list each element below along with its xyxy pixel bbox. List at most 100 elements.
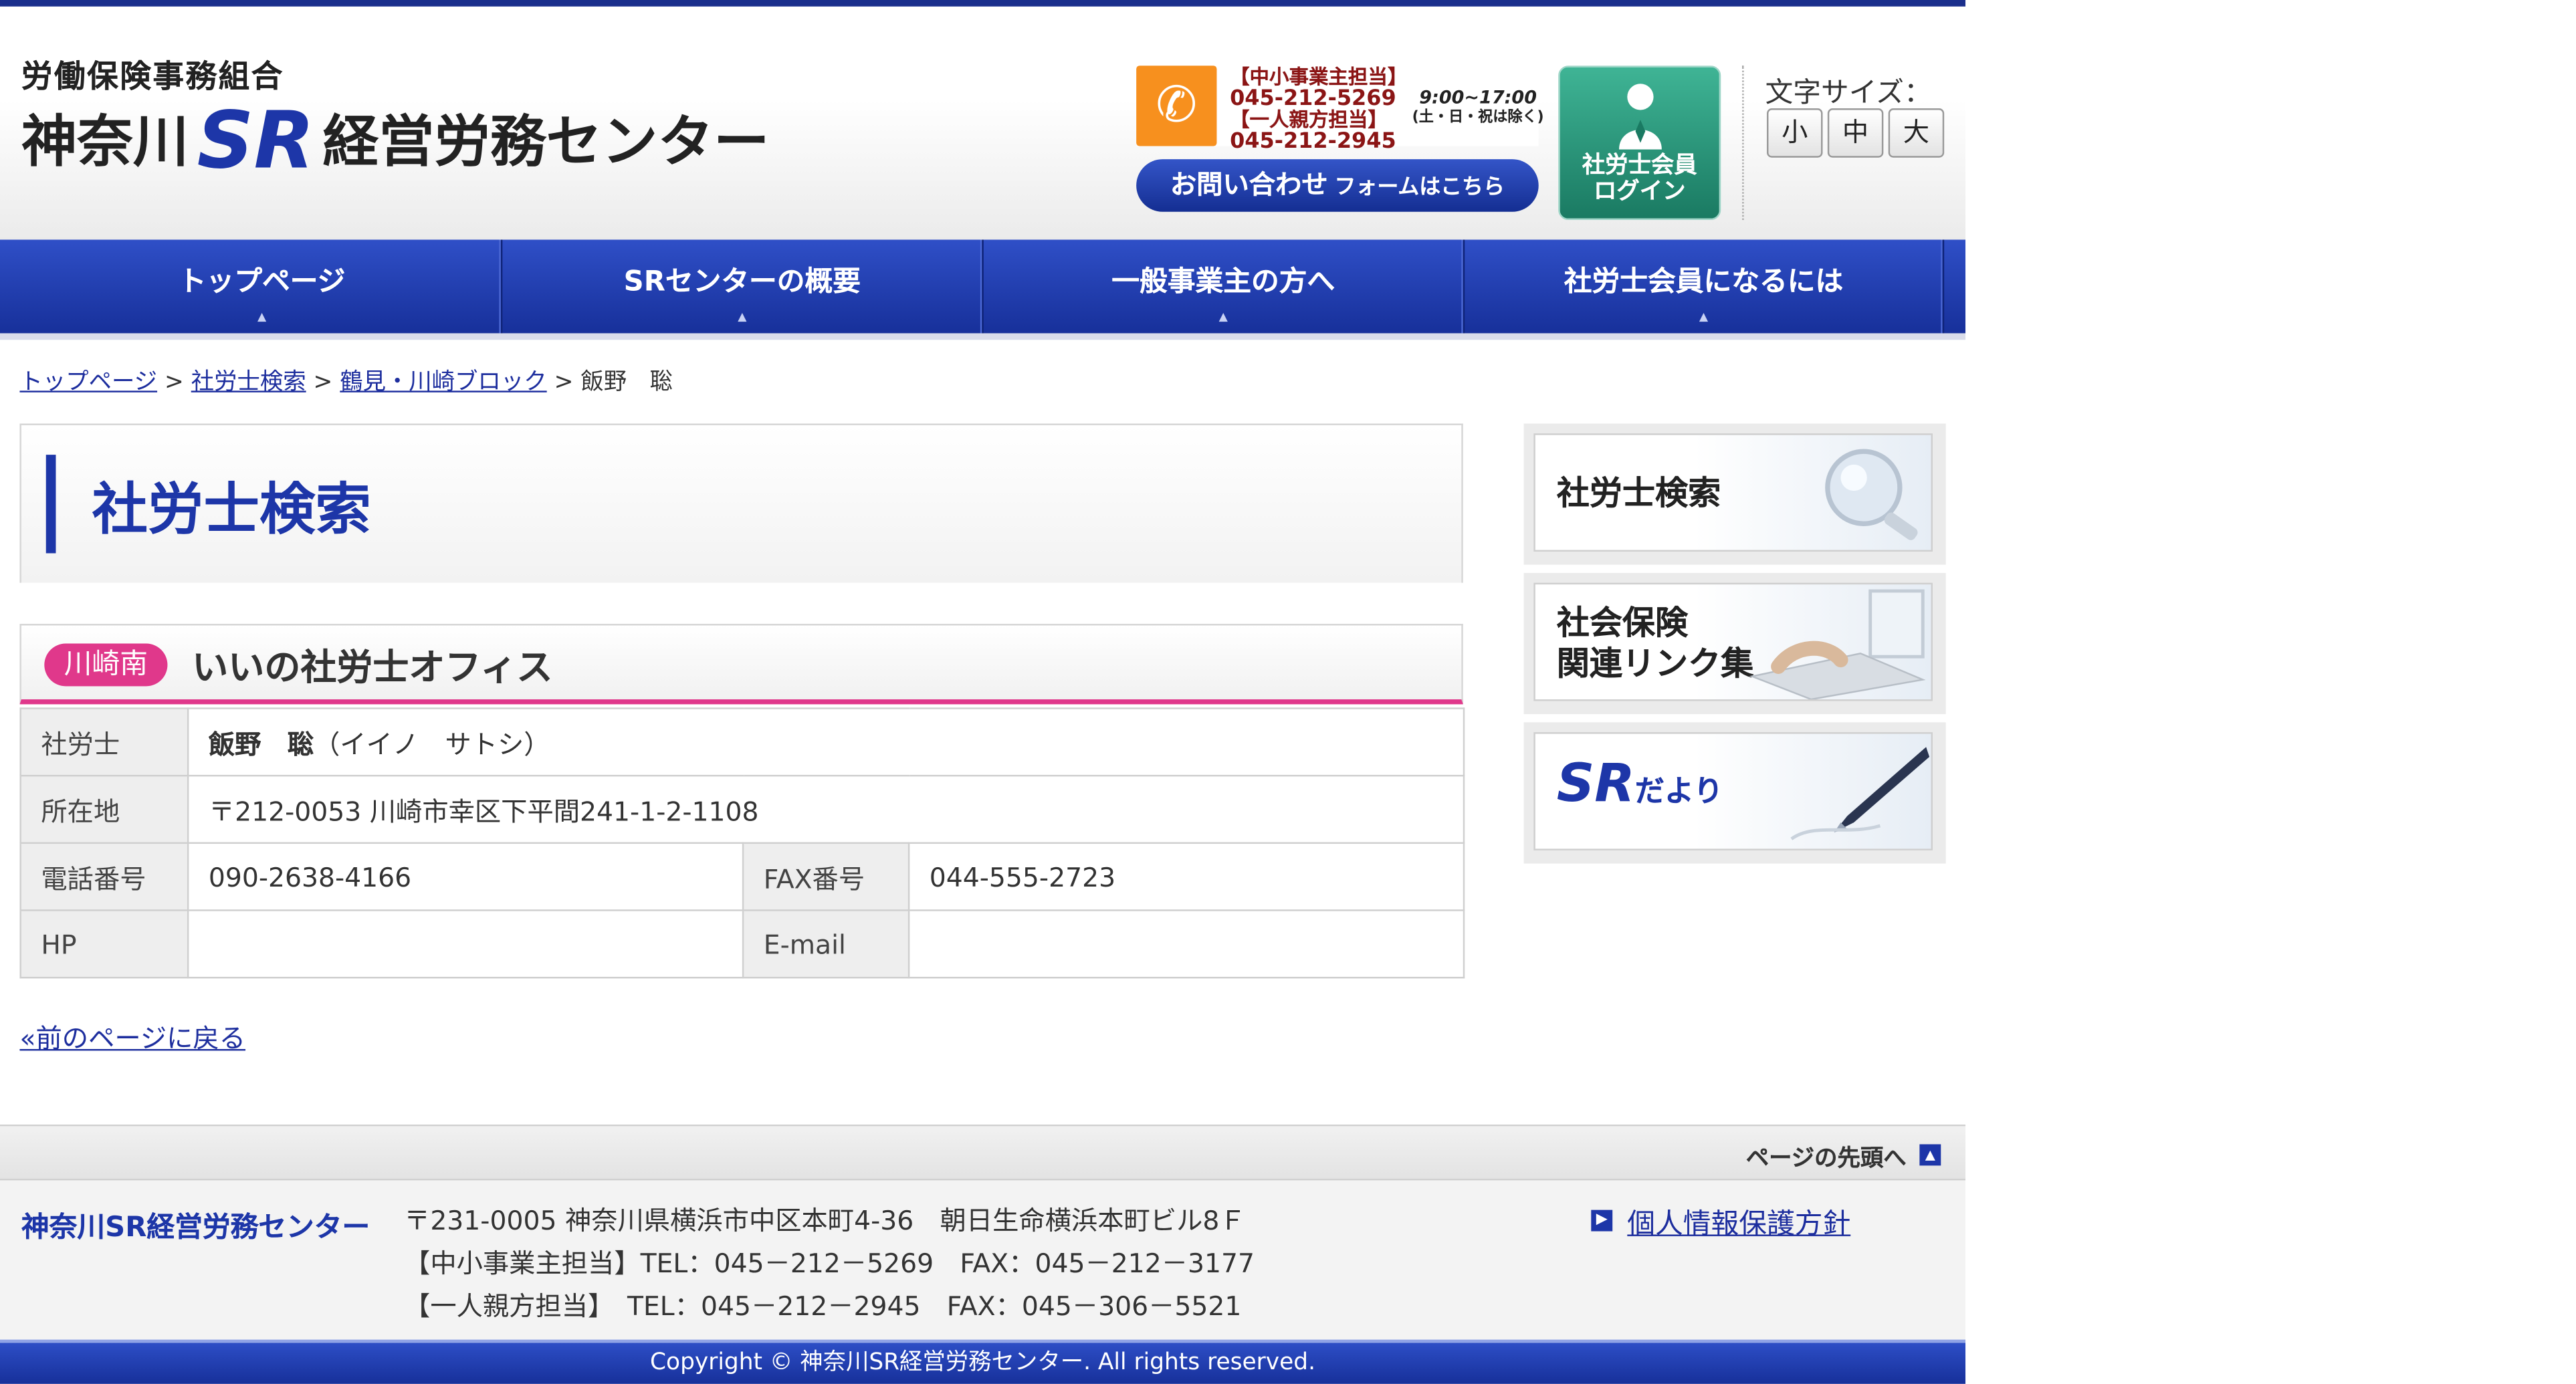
person-cell: 飯野 聡（イイノ サトシ） [187,707,1465,777]
banner-label-search: 社労士検索 [1556,473,1721,513]
font-size-label: 文字サイズ： [1765,77,1932,110]
header-divider [1742,66,1744,221]
table-row: 所在地 〒212-0053 川崎市幸区下平間241-1-2-1108 [19,774,1465,844]
breadcrumb-separator: > [165,369,184,396]
banner-label-links-line2: 関連リンク集 [1556,643,1754,683]
login-label: 社労士会員 ログイン [1560,152,1719,205]
banner-label-links-line1: 社会保険 [1556,602,1689,643]
font-size-medium-button[interactable]: 中 [1827,108,1884,158]
top-accent-bar [0,0,1966,7]
font-size-small-button[interactable]: 小 [1767,108,1823,158]
office-header: 川崎南 いいの社労士オフィス [19,624,1463,705]
nav-label-employers: 一般事業主の方へ [1111,265,1335,299]
logo-sr: SR [197,95,315,187]
heading-accent-bar [45,455,56,554]
page-heading: 社労士検索 [19,423,1463,583]
logo-suffix: 経営労務センター [322,110,770,176]
site-footer: 神奈川SR経営労務センター 〒231-0005 神奈川県横浜市中区本町4-36 … [0,1180,1966,1340]
footer-address: 〒231-0005 神奈川県横浜市中区本町4-36 朝日生命横浜本町ビル8Ｆ 【… [404,1200,1255,1329]
contact-form-button[interactable]: お問い合わせ フォームはこちら [1136,159,1539,212]
arrow-right-icon: ▶ [1591,1209,1613,1232]
privacy-policy-link[interactable]: 個人情報保護方針 [1627,1200,1850,1241]
email-value [907,909,1465,979]
copyright: Copyright © 神奈川SR経営労務センター. All rights re… [0,1339,1966,1384]
breadcrumb: トップページ > 社労士検索 > 鶴見・川崎ブロック > 飯野 聡 [19,364,672,397]
footer-org-name: 神奈川SR経営労務センター [21,1212,370,1245]
nav-label-top: トップページ [178,265,346,299]
keyboard-icon [1749,589,1926,700]
banner-inner: 社会保険 関連リンク集 [1533,582,1933,701]
footer-address-line: 【中小事業主担当】TEL：045－212－5269 FAX：045－212－31… [404,1248,1255,1279]
label-email: E-mail [742,909,910,979]
main-nav: トップページ ▲ SRセンターの概要 ▲ 一般事業主の方へ ▲ 社労士会員になる… [0,239,1966,334]
phone-label-solo: 【一人親方担当】 [1230,108,1388,132]
arrow-up-icon[interactable]: ▲ [1919,1144,1941,1166]
contact-button-label: お問い合わせ [1170,168,1328,201]
footer-address-line: 【一人親方担当】 TEL：045－212－2945 FAX：045－306－55… [404,1290,1242,1322]
banner-label-links: 社会保険 関連リンク集 [1557,602,1754,685]
caret-up-icon: ▲ [1218,310,1228,324]
logo-subtitle: 労働保険事務組合 [21,59,284,96]
office-hours: 9:00~17:00 (土・日・祝は除く) [1412,87,1544,128]
user-icon [1619,84,1662,150]
nav-underline [0,333,1966,340]
back-link[interactable]: «前のページに戻る [19,1016,245,1056]
caret-up-icon: ▲ [738,310,747,324]
contact-button-sub: フォームはこちら [1334,175,1505,201]
page-title: 社労士検索 [92,477,371,544]
office-hours-note: (土・日・祝は除く) [1412,110,1544,127]
sidebar-banner-newsletter[interactable]: SRだより [1523,722,1946,864]
login-label-line1: 社労士会員 [1582,152,1697,179]
logo-prefix: 神奈川 [21,110,189,176]
sidebar-banner-links[interactable]: 社会保険 関連リンク集 [1523,572,1946,715]
caret-up-icon: ▲ [1699,310,1709,324]
phone-info: ✆ 【中小事業主担当】 045-212-5269 【一人親方担当】 045-21… [1136,59,1544,152]
table-row: 社労士 飯野 聡（イイノ サトシ） [19,707,1465,777]
breadcrumb-separator: > [554,369,574,396]
nav-item-top[interactable]: トップページ ▲ [23,239,503,334]
label-fax: FAX番号 [742,842,910,911]
office-name: いいの社労士オフィス [192,648,553,690]
footer-address-line: 〒231-0005 神奈川県横浜市中区本町4-36 朝日生命横浜本町ビル8Ｆ [404,1205,1246,1236]
caret-up-icon: ▲ [257,310,267,324]
phone-number-sme: 045-212-5269 [1230,87,1396,112]
label-person: 社労士 [19,707,189,777]
phone-value: 090-2638-4166 [187,842,744,911]
person-name: 飯野 聡 [208,729,314,760]
page: 労働保険事務組合 神奈川 SR 経営労務センター ✆ 【中小事業主担当】 045-2… [0,0,2573,1384]
breadcrumb-separator: > [313,369,333,396]
magnifier-icon [1825,449,1918,540]
site-logo[interactable]: 神奈川 SR 経営労務センター [21,95,770,187]
sidebar-banner-search[interactable]: 社労士検索 [1523,423,1946,565]
area-badge: 川崎南 [44,643,168,687]
breadcrumb-link-top[interactable]: トップページ [19,369,157,395]
breadcrumb-link-search[interactable]: 社労士検索 [191,369,306,395]
label-hp: HP [19,909,189,979]
profile-table: 社労士 飯野 聡（イイノ サトシ） 所在地 〒212-0053 川崎市幸区下平間… [19,707,1465,979]
address-value: 〒212-0053 川崎市幸区下平間241-1-2-1108 [187,774,1465,844]
page-top-link[interactable]: ページの先頭へ [1746,1141,1907,1174]
phone-number-solo: 045-212-2945 [1230,129,1396,154]
nav-item-about[interactable]: SRセンターの概要 ▲ [502,239,984,334]
banner-inner: 社労士検索 [1533,433,1933,552]
phone-label-sme: 【中小事業主担当】 [1230,66,1408,89]
hp-value [187,909,744,979]
font-size-large-button[interactable]: 大 [1888,108,1945,158]
login-label-line2: ログイン [1593,179,1686,205]
member-login-button[interactable]: 社労士会員 ログイン [1558,66,1721,221]
label-phone: 電話番号 [19,842,189,911]
newsletter-sr: SR [1556,752,1635,814]
nav-item-employers[interactable]: 一般事業主の方へ ▲ [984,239,1465,334]
site-container: 労働保険事務組合 神奈川 SR 経営労務センター ✆ 【中小事業主担当】 045-2… [0,0,1966,1384]
phone-icon: ✆ [1136,66,1217,146]
banner-label-newsletter: SRだより [1557,757,1723,813]
office-hours-time: 9:00~17:00 [1419,87,1537,109]
banner-inner: SRだより [1533,732,1933,850]
breadcrumb-link-block[interactable]: 鶴見・川崎ブロック [340,369,546,395]
breadcrumb-current: 飯野 聡 [580,369,673,396]
nav-item-membership[interactable]: 社労士会員になるには ▲ [1465,239,1945,334]
fax-value: 044-555-2723 [907,842,1465,911]
phone-lines: 【中小事業主担当】 045-212-5269 【一人親方担当】 045-212-… [1230,66,1408,154]
table-row: 電話番号 090-2638-4166 FAX番号 044-555-2723 [19,842,1465,911]
nav-label-about: SRセンターの概要 [623,265,861,299]
